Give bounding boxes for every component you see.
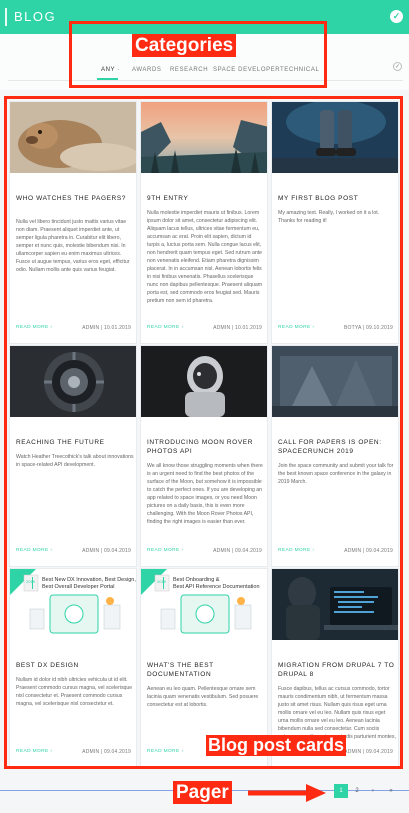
check-circle-icon[interactable]: ✓	[390, 10, 403, 23]
header-accent-bar	[5, 8, 7, 26]
pager-next-icon[interactable]: ›	[366, 784, 380, 798]
page-title: BLOG	[14, 9, 57, 24]
categories-annotation-label: Categories	[132, 34, 237, 57]
pager-page-2[interactable]: 2	[350, 784, 364, 798]
pager-last-icon[interactable]: »	[384, 784, 398, 798]
pager-annotation-label: Pager	[173, 781, 232, 804]
pager-annotation-arrow	[248, 784, 326, 802]
pager-page-1[interactable]: 1	[334, 784, 348, 798]
cards-annotation-label: Blog post cards	[206, 735, 347, 756]
filter-check-icon[interactable]: ✓	[393, 62, 402, 71]
cards-annotation-box	[4, 96, 403, 769]
